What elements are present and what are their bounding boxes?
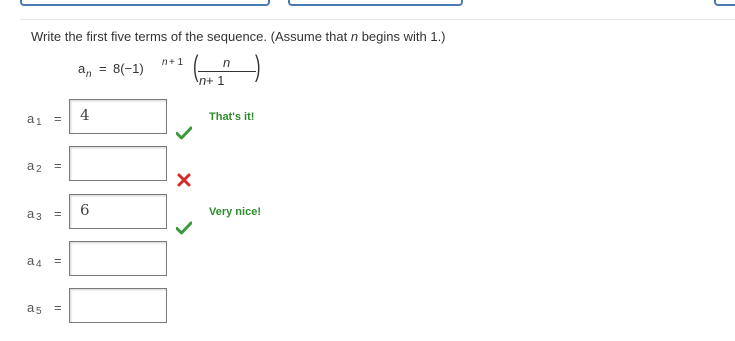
x-mark-icon bbox=[177, 173, 191, 187]
formula-exponent-var: n bbox=[162, 57, 168, 68]
term-index: 2 bbox=[36, 164, 42, 175]
term-letter: a bbox=[27, 111, 35, 126]
formula-coefficient: 8(−1) bbox=[113, 61, 144, 76]
formula-left-paren: ( bbox=[193, 50, 199, 83]
top-button-middle[interactable] bbox=[288, 0, 463, 6]
term-equals: = bbox=[54, 158, 62, 173]
top-button-right[interactable] bbox=[714, 0, 735, 6]
feedback-message-3: Very nice! bbox=[209, 206, 261, 218]
term-index: 5 bbox=[36, 306, 42, 317]
check-icon bbox=[176, 126, 192, 140]
answer-input-1[interactable]: 4 bbox=[69, 99, 167, 134]
check-icon bbox=[176, 221, 192, 235]
term-index: 3 bbox=[36, 212, 42, 223]
formula-right-paren: ) bbox=[255, 50, 261, 83]
answer-input-3[interactable]: 6 bbox=[69, 194, 167, 229]
term-letter: a bbox=[27, 158, 35, 173]
term-equals: = bbox=[54, 300, 62, 315]
term-letter: a bbox=[27, 300, 35, 315]
term-equals: = bbox=[54, 111, 62, 126]
term-equals: = bbox=[54, 253, 62, 268]
prompt-text-start: Write the first five terms of the sequen… bbox=[31, 29, 351, 44]
prompt-variable: n bbox=[350, 29, 359, 44]
formula-fraction-bar bbox=[198, 71, 256, 72]
term-letter: a bbox=[27, 206, 35, 221]
formula-denominator-rest: + 1 bbox=[206, 73, 225, 88]
formula-lhs-subscript: n bbox=[86, 69, 92, 80]
term-letter: a bbox=[27, 253, 35, 268]
top-button-left[interactable] bbox=[20, 0, 270, 6]
prompt-text-end: begins with 1.) bbox=[358, 29, 446, 44]
answer-input-4[interactable] bbox=[69, 241, 167, 276]
question-panel: Write the first five terms of the sequen… bbox=[0, 0, 735, 341]
formula-exponent-rest: + 1 bbox=[169, 57, 184, 68]
answer-input-2[interactable] bbox=[69, 146, 167, 181]
term-index: 1 bbox=[36, 117, 42, 128]
feedback-message-1: That's it! bbox=[209, 111, 255, 123]
formula-lhs-letter: a bbox=[78, 61, 86, 76]
term-index: 4 bbox=[36, 259, 42, 270]
divider bbox=[20, 19, 735, 20]
term-equals: = bbox=[54, 206, 62, 221]
formula-numerator: n bbox=[223, 55, 231, 70]
formula-equals: = bbox=[99, 61, 107, 76]
answer-input-5[interactable] bbox=[69, 288, 167, 323]
question-prompt: Write the first five terms of the sequen… bbox=[31, 29, 446, 44]
